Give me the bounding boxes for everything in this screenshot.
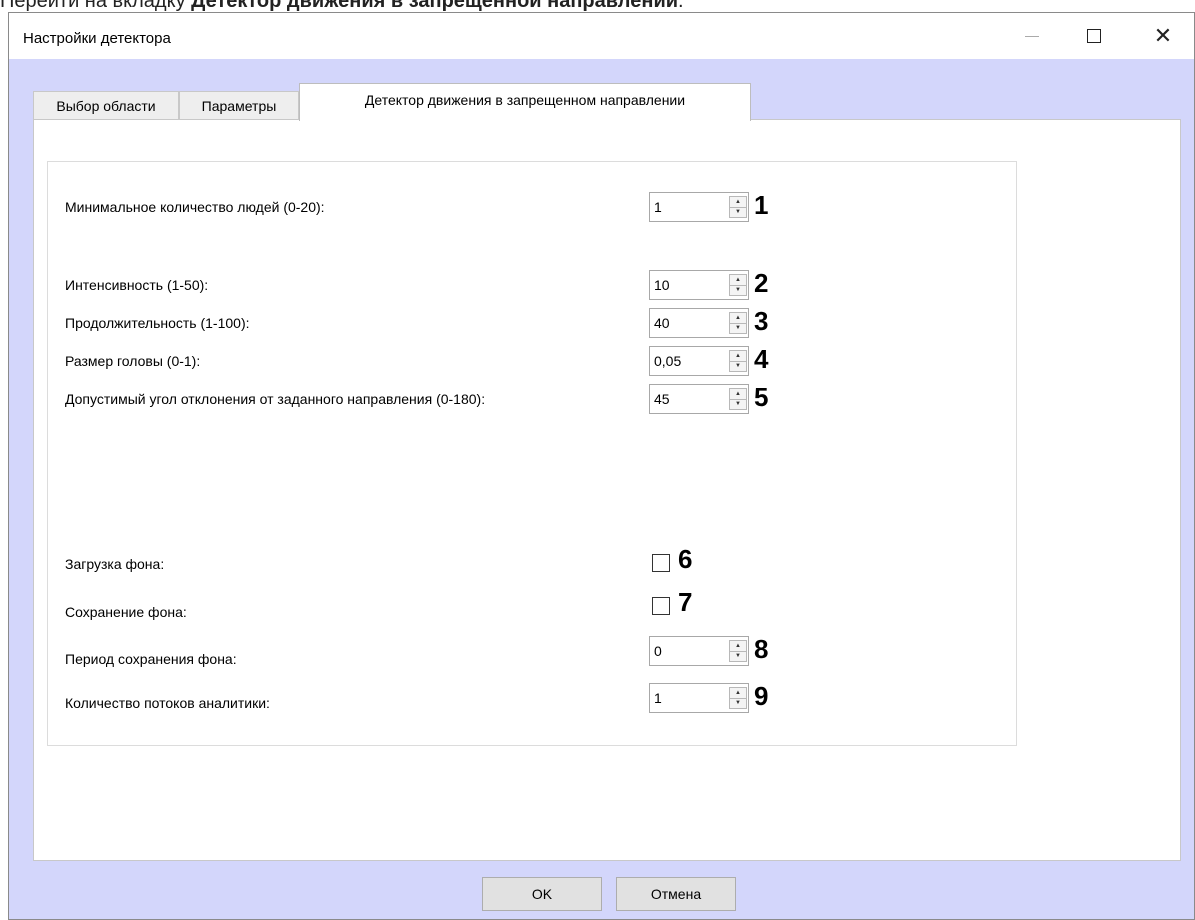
tab-area-selection[interactable]: Выбор области: [33, 91, 179, 119]
intensity-spinner[interactable]: 10 ▲ ▼: [649, 270, 749, 300]
analytics-threads-value: 1: [654, 690, 662, 706]
marker-6: 6: [678, 544, 693, 574]
spin-down-icon[interactable]: ▼: [730, 323, 746, 333]
duration-label: Продолжительность (1-100):: [65, 315, 250, 331]
marker-2: 2: [754, 268, 769, 298]
detector-settings-window: Настройки детектора ✕ Выбор области Пара…: [8, 12, 1195, 920]
background-save-period-value: 0: [654, 643, 662, 659]
marker-9: 9: [754, 681, 769, 711]
duration-spinner[interactable]: 40 ▲ ▼: [649, 308, 749, 338]
cancel-button[interactable]: Отмена: [616, 877, 736, 911]
spin-down-icon[interactable]: ▼: [730, 285, 746, 295]
background-save-period-spinner[interactable]: 0 ▲ ▼: [649, 636, 749, 666]
instruction-suffix: .: [678, 0, 684, 12]
spin-down-icon[interactable]: ▼: [730, 361, 746, 371]
spinner-arrows[interactable]: ▲ ▼: [729, 312, 747, 334]
deviation-angle-value: 45: [654, 391, 670, 407]
marker-1: 1: [754, 190, 769, 220]
spin-down-icon[interactable]: ▼: [730, 651, 746, 661]
spinner-arrows[interactable]: ▲ ▼: [729, 687, 747, 709]
marker-4: 4: [754, 344, 769, 374]
maximize-button[interactable]: [1071, 13, 1117, 59]
marker-3: 3: [754, 306, 769, 336]
marker-7: 7: [678, 587, 693, 617]
settings-group: Минимальное количество людей (0-20): 1 ▲…: [47, 161, 1017, 746]
marker-8: 8: [754, 634, 769, 664]
tab-wrong-direction-detector[interactable]: Детектор движения в запрещенном направле…: [299, 83, 751, 121]
background-save-checkbox[interactable]: [652, 597, 670, 615]
analytics-threads-label: Количество потоков аналитики:: [65, 695, 270, 711]
background-save-label: Сохранение фона:: [65, 604, 187, 620]
head-size-spinner[interactable]: 0,05 ▲ ▼: [649, 346, 749, 376]
head-size-value: 0,05: [654, 353, 682, 369]
background-save-period-label: Период сохранения фона:: [65, 651, 237, 667]
ok-button[interactable]: OK: [482, 877, 602, 911]
instruction-prefix: Перейти на вкладку: [0, 0, 192, 12]
tab-panel: Минимальное количество людей (0-20): 1 ▲…: [33, 119, 1181, 861]
background-load-label: Загрузка фона:: [65, 556, 165, 572]
instruction-bold: Детектор движения в запрещенной направле…: [191, 0, 679, 12]
analytics-threads-spinner[interactable]: 1 ▲ ▼: [649, 683, 749, 713]
min-people-spinner[interactable]: 1 ▲ ▼: [649, 192, 749, 222]
marker-5: 5: [754, 382, 769, 412]
close-button[interactable]: ✕: [1140, 13, 1186, 59]
minimize-icon: [1025, 35, 1039, 37]
spin-down-icon[interactable]: ▼: [730, 698, 746, 708]
spinner-arrows[interactable]: ▲ ▼: [729, 196, 747, 218]
close-icon: ✕: [1153, 23, 1173, 48]
deviation-angle-spinner[interactable]: 45 ▲ ▼: [649, 384, 749, 414]
background-load-checkbox[interactable]: [652, 554, 670, 572]
spinner-arrows[interactable]: ▲ ▼: [729, 350, 747, 372]
duration-value: 40: [654, 315, 670, 331]
spinner-arrows[interactable]: ▲ ▼: [729, 640, 747, 662]
title-bar: Настройки детектора ✕: [9, 13, 1194, 59]
tab-parameters[interactable]: Параметры: [179, 91, 299, 119]
minimize-button[interactable]: [1009, 13, 1055, 59]
spin-down-icon[interactable]: ▼: [730, 207, 746, 217]
spinner-arrows[interactable]: ▲ ▼: [729, 388, 747, 410]
window-title: Настройки детектора: [23, 30, 171, 47]
spin-down-icon[interactable]: ▼: [730, 399, 746, 409]
maximize-icon: [1087, 29, 1101, 43]
min-people-label: Минимальное количество людей (0-20):: [65, 199, 325, 215]
deviation-angle-label: Допустимый угол отклонения от заданного …: [65, 391, 486, 407]
intensity-label: Интенсивность (1-50):: [65, 277, 209, 293]
intensity-value: 10: [654, 277, 670, 293]
spinner-arrows[interactable]: ▲ ▼: [729, 274, 747, 296]
head-size-label: Размер головы (0-1):: [65, 353, 201, 369]
min-people-value: 1: [654, 199, 662, 215]
